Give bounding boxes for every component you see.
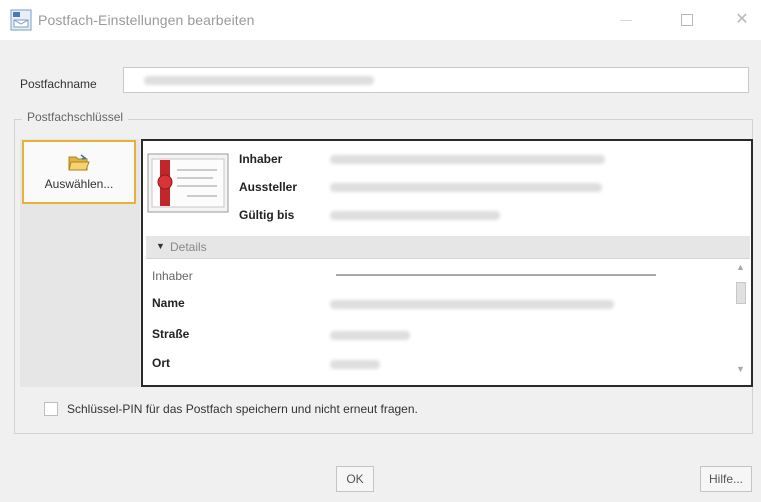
minimize-icon (620, 20, 632, 21)
app-icon (10, 9, 32, 31)
issuer-value-redacted (330, 183, 602, 192)
maximize-icon (681, 14, 693, 26)
details-row-name: Name (152, 296, 185, 310)
mailbox-name-label: Postfachname (20, 77, 97, 91)
close-icon: ✕ (735, 11, 749, 28)
details-label: Details (170, 240, 207, 254)
mailbox-name-value-redacted (144, 76, 374, 85)
details-street-value-redacted (330, 331, 410, 340)
select-key-button-label: Auswählen... (44, 177, 114, 191)
issuer-label: Aussteller (239, 180, 298, 194)
ok-button[interactable]: OK (336, 466, 374, 492)
details-toggle[interactable]: ▼ Details (146, 236, 750, 259)
holder-label: Inhaber (239, 152, 283, 166)
close-button[interactable]: ✕ (730, 8, 754, 32)
window-title: Postfach-Einstellungen bearbeiten (38, 12, 255, 28)
details-separator (336, 274, 656, 276)
details-name-value-redacted (330, 300, 614, 309)
certificate-icon (147, 153, 229, 213)
details-row-street: Straße (152, 327, 190, 341)
save-pin-checkbox[interactable] (44, 402, 58, 416)
details-row-holder-heading: Inhaber (152, 269, 193, 283)
folder-open-icon (68, 154, 90, 171)
save-pin-checkbox-label[interactable]: Schlüssel-PIN für das Postfach speichern… (67, 402, 418, 416)
details-city-value-redacted (330, 360, 380, 369)
details-row-city: Ort (152, 356, 170, 370)
scroll-up-icon[interactable]: ▲ (736, 262, 745, 272)
scrollbar-thumb[interactable] (736, 282, 746, 304)
help-button[interactable]: Hilfe... (700, 466, 752, 492)
minimize-button[interactable] (614, 8, 638, 32)
mailbox-name-input[interactable] (123, 67, 749, 93)
certificate-panel (141, 139, 753, 387)
valid-until-label: Gültig bis (239, 208, 295, 222)
details-scrollbar[interactable]: ▲ ▼ (733, 260, 749, 380)
disclosure-triangle-icon: ▼ (156, 241, 165, 251)
scroll-down-icon[interactable]: ▼ (736, 364, 745, 374)
maximize-button[interactable] (675, 8, 699, 32)
holder-value-redacted (330, 155, 605, 164)
select-key-button[interactable]: Auswählen... (22, 140, 136, 204)
mailbox-key-group-title: Postfachschlüssel (22, 110, 129, 124)
valid-until-value-redacted (330, 211, 500, 220)
